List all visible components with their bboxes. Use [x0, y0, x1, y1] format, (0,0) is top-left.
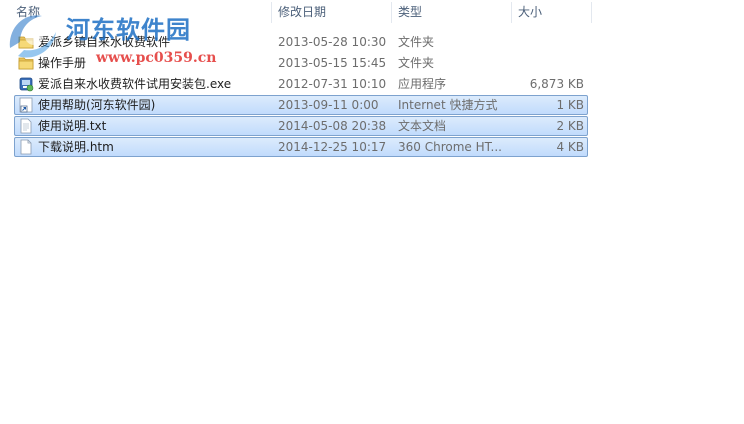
column-header-type[interactable]: 类型 [392, 0, 512, 25]
file-name: 爱派乡镇自来水收费软件 [38, 35, 171, 49]
file-name: 下载说明.htm [38, 140, 114, 154]
folder-icon [18, 34, 34, 50]
column-header-size-label: 大小 [518, 5, 543, 19]
file-row-1[interactable]: 操作手册 2013-05-15 15:45 文件夹 [14, 53, 588, 73]
file-row-3[interactable]: 使用帮助(河东软件园) 2013-09-11 0:00 Internet 快捷方… [14, 95, 588, 115]
file-type: 应用程序 [398, 77, 447, 91]
file-date: 2014-12-25 10:17 [278, 140, 387, 154]
file-type: 360 Chrome HT... [398, 140, 502, 154]
file-size: 2 KB [556, 119, 584, 133]
column-header-bar: 名称 修改日期 类型 大小 [0, 0, 744, 25]
file-row-4[interactable]: 使用说明.txt 2014-05-08 20:38 文本文档 2 KB [14, 116, 588, 136]
html-document-icon [18, 139, 34, 155]
file-type: 文件夹 [398, 35, 435, 49]
column-header-date-label: 修改日期 [278, 5, 327, 19]
text-document-icon [18, 118, 34, 134]
folder-icon [18, 55, 34, 71]
internet-shortcut-icon [18, 97, 34, 113]
file-name: 使用帮助(河东软件园) [38, 98, 156, 112]
column-divider[interactable] [591, 2, 592, 23]
file-row-0[interactable]: 爱派乡镇自来水收费软件 2013-05-28 10:30 文件夹 [14, 32, 588, 52]
file-size: 1 KB [556, 98, 584, 112]
file-name: 爱派自来水收费软件试用安装包.exe [38, 77, 232, 91]
installer-icon [18, 76, 34, 92]
file-type: 文件夹 [398, 56, 435, 70]
column-header-size[interactable]: 大小 [512, 0, 592, 25]
file-date: 2013-05-28 10:30 [278, 35, 387, 49]
file-type: Internet 快捷方式 [398, 98, 498, 112]
column-header-date[interactable]: 修改日期 [272, 0, 392, 25]
file-size [514, 54, 584, 72]
file-name: 使用说明.txt [38, 119, 107, 133]
file-list: 爱派乡镇自来水收费软件 2013-05-28 10:30 文件夹 操作手册 20… [14, 32, 590, 158]
file-explorer-window: 名称 修改日期 类型 大小 爱派乡镇自来水收费软件 2013-05-28 10:… [0, 0, 744, 424]
file-date: 2013-05-15 15:45 [278, 56, 387, 70]
file-row-5[interactable]: 下载说明.htm 2014-12-25 10:17 360 Chrome HT.… [14, 137, 588, 157]
column-header-name-label: 名称 [16, 5, 41, 19]
file-type: 文本文档 [398, 119, 447, 133]
column-header-type-label: 类型 [398, 5, 423, 19]
column-header-name[interactable]: 名称 [10, 0, 272, 25]
file-size: 4 KB [556, 140, 584, 154]
file-date: 2014-05-08 20:38 [278, 119, 387, 133]
file-name: 操作手册 [38, 56, 87, 70]
file-date: 2012-07-31 10:10 [278, 77, 387, 91]
file-size: 6,873 KB [529, 77, 584, 91]
file-row-2[interactable]: 爱派自来水收费软件试用安装包.exe 2012-07-31 10:10 应用程序… [14, 74, 588, 94]
file-size [514, 33, 584, 51]
file-date: 2013-09-11 0:00 [278, 98, 379, 112]
